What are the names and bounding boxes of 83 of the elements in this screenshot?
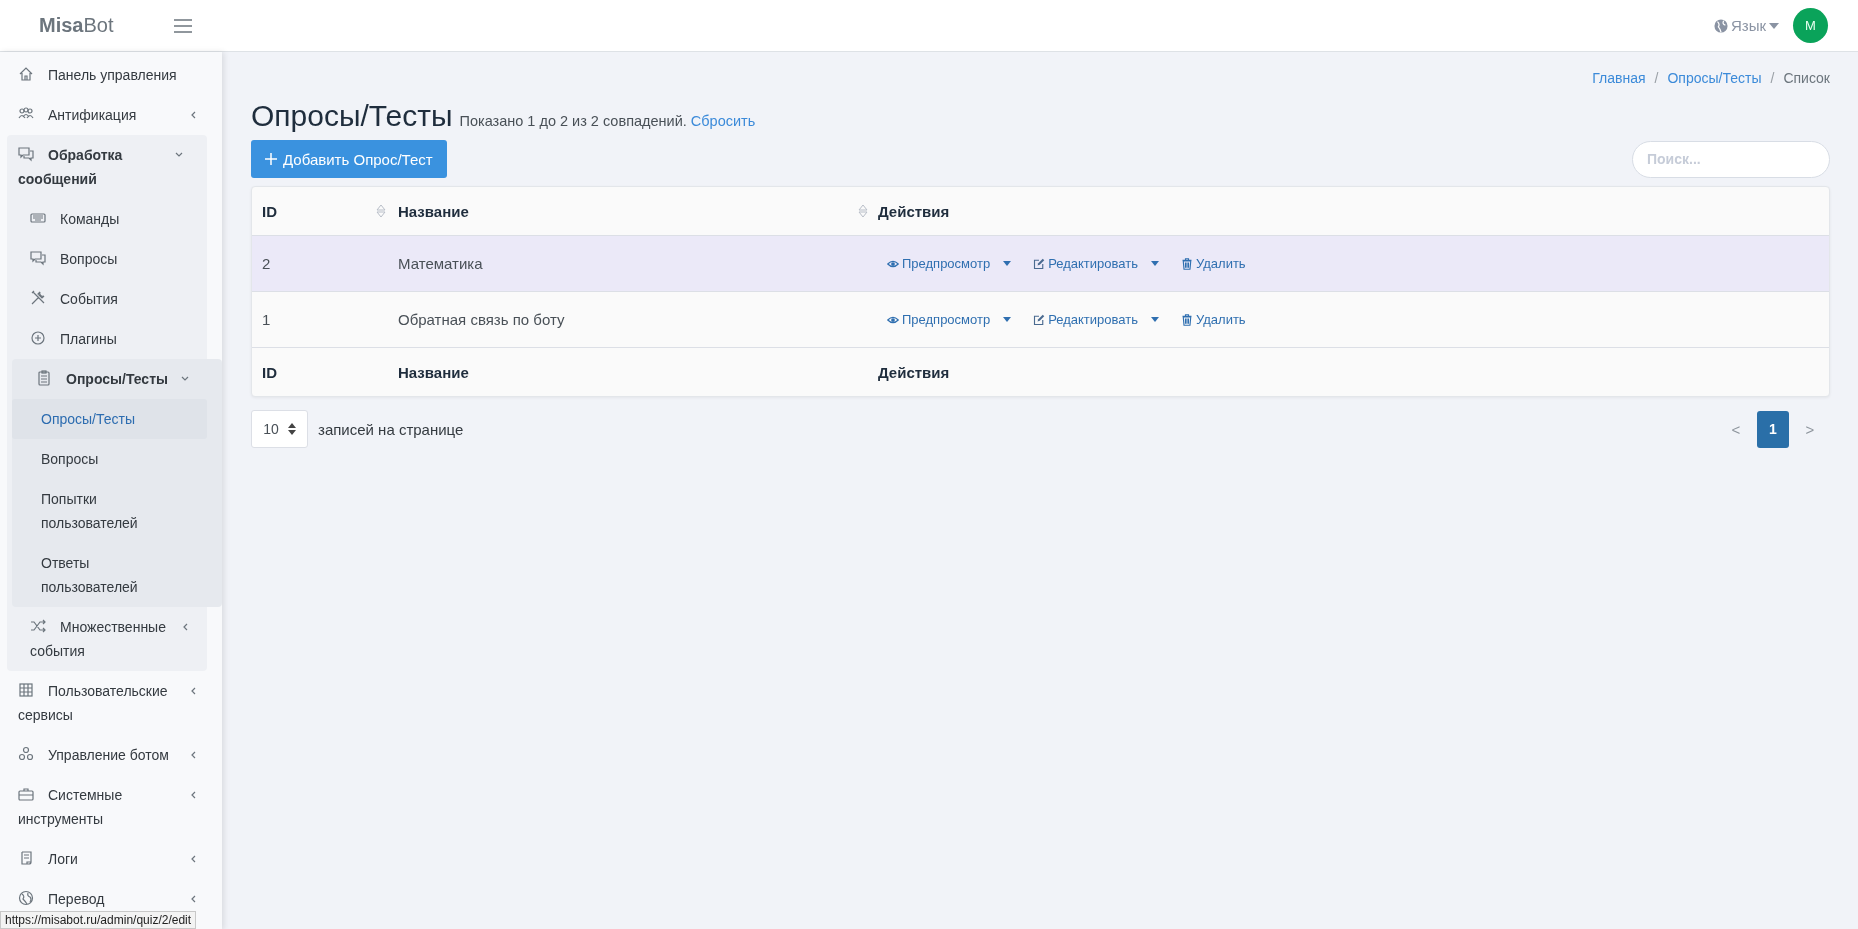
search-field[interactable]: Поиск...: [1632, 140, 1830, 178]
table-cell: 1: [262, 311, 271, 328]
sort-caret-icon: [287, 423, 296, 435]
nodes-icon: [18, 746, 34, 762]
globe-icon: [18, 890, 34, 906]
table-cell: Обратная связь по боту: [398, 311, 565, 328]
preview-action-link[interactable]: Предпросмотр: [887, 312, 1012, 327]
edit-icon: [1033, 257, 1046, 270]
sidebar-item[interactable]: Пользовательские сервисы: [0, 671, 222, 735]
column-footer: ID: [262, 363, 277, 381]
plus-circle-icon: [30, 330, 46, 346]
edit-action-link[interactable]: Редактировать: [1033, 256, 1159, 271]
sidebar-item[interactable]: Системные инструменты: [0, 775, 222, 839]
chevron-down-icon: [181, 375, 189, 383]
sort-icon[interactable]: [858, 203, 868, 219]
sidebar-item[interactable]: Команды: [7, 199, 207, 239]
caret-icon: [1151, 317, 1159, 322]
breadcrumb-separator: /: [1770, 70, 1775, 88]
chevron-down-icon: [175, 151, 183, 159]
pagination-button[interactable]: 1: [1757, 410, 1789, 448]
tools-icon: [30, 290, 46, 306]
sidebar-item[interactable]: Обработка сообщений: [7, 135, 207, 199]
sidebar-item[interactable]: Ответы пользователей: [12, 543, 207, 607]
sidebar-item[interactable]: Опросы/Тесты: [12, 359, 222, 399]
keyboard-icon: [30, 210, 46, 226]
sidebar-item[interactable]: Панель управления: [0, 55, 222, 95]
sidebar-item[interactable]: Вопросы: [12, 439, 207, 479]
column-footer: Название: [398, 363, 469, 381]
breadcrumb-separator: /: [1654, 70, 1659, 88]
sidebar-item[interactable]: Логи: [0, 839, 222, 879]
chevron-left-icon: [190, 751, 198, 759]
table-row[interactable]: 1 Обратная связь по боту Предпросмотр Редактировать Удалить: [252, 292, 1829, 348]
column-header[interactable]: Действия: [878, 202, 950, 220]
edit-icon: [1033, 313, 1046, 326]
delete-action-link[interactable]: Удалить: [1181, 312, 1246, 327]
sidebar-item[interactable]: Попытки пользователей: [12, 479, 207, 543]
chevron-left-icon: [182, 623, 190, 631]
grid-icon: [18, 682, 34, 698]
briefcase-icon: [18, 786, 34, 802]
table-cell: 2: [262, 255, 271, 272]
globe-icon: [1713, 18, 1728, 33]
chat-icon: [18, 146, 34, 162]
chevron-left-icon: [190, 791, 198, 799]
preview-action-link[interactable]: Предпросмотр: [887, 256, 1012, 271]
sidebar-item[interactable]: Плагины: [7, 319, 207, 359]
caret-icon: [1003, 317, 1012, 322]
link-url-tooltip: https://misabot.ru/admin/quiz/2/edit: [0, 911, 197, 929]
sidebar-item[interactable]: Вопросы: [7, 239, 207, 279]
per-page-label: записей на странице: [318, 420, 464, 438]
column-header[interactable]: ID: [262, 202, 277, 220]
caret-icon: [1769, 22, 1779, 29]
page-title: Опросы/Тесты: [251, 99, 453, 133]
table-row[interactable]: 2 Математика Предпросмотр Редактировать Удалить: [252, 236, 1829, 292]
home-icon: [18, 66, 34, 82]
trash-icon: [1181, 313, 1193, 326]
column-header[interactable]: Название: [398, 202, 469, 220]
sidebar-item[interactable]: Управление ботом: [0, 735, 222, 775]
table-cell: Математика: [398, 255, 483, 272]
logo-text[interactable]: MisaBot: [39, 14, 114, 37]
delete-action-link[interactable]: Удалить: [1181, 256, 1246, 271]
sidebar-item[interactable]: Антификация: [0, 95, 222, 135]
sidebar-item[interactable]: Множественные события: [7, 607, 207, 671]
chat-icon: [30, 250, 46, 266]
chevron-left-icon: [190, 895, 198, 903]
sidebar-item[interactable]: События: [7, 279, 207, 319]
sort-icon[interactable]: [376, 203, 386, 219]
edit-action-link[interactable]: Редактировать: [1033, 312, 1159, 327]
clipboard-icon: [36, 370, 52, 386]
chevron-left-icon: [190, 687, 198, 695]
menu-icon[interactable]: [174, 18, 192, 33]
chevron-left-icon: [190, 111, 198, 119]
shuffle-icon: [30, 618, 46, 634]
plus-icon: [265, 153, 277, 165]
per-page-select[interactable]: 10: [251, 410, 308, 448]
sidebar-item[interactable]: Опросы/Тесты: [12, 399, 207, 439]
trash-icon: [1181, 257, 1193, 270]
column-footer: Действия: [878, 363, 950, 381]
chevron-left-icon: [190, 855, 198, 863]
caret-icon: [1151, 261, 1159, 266]
caret-icon: [1003, 261, 1012, 266]
breadcrumb-current[interactable]: Список: [1783, 70, 1830, 95]
results-summary: Показано 1 до 2 из 2 совпадений.: [459, 113, 687, 129]
scroll-icon: [18, 850, 34, 866]
